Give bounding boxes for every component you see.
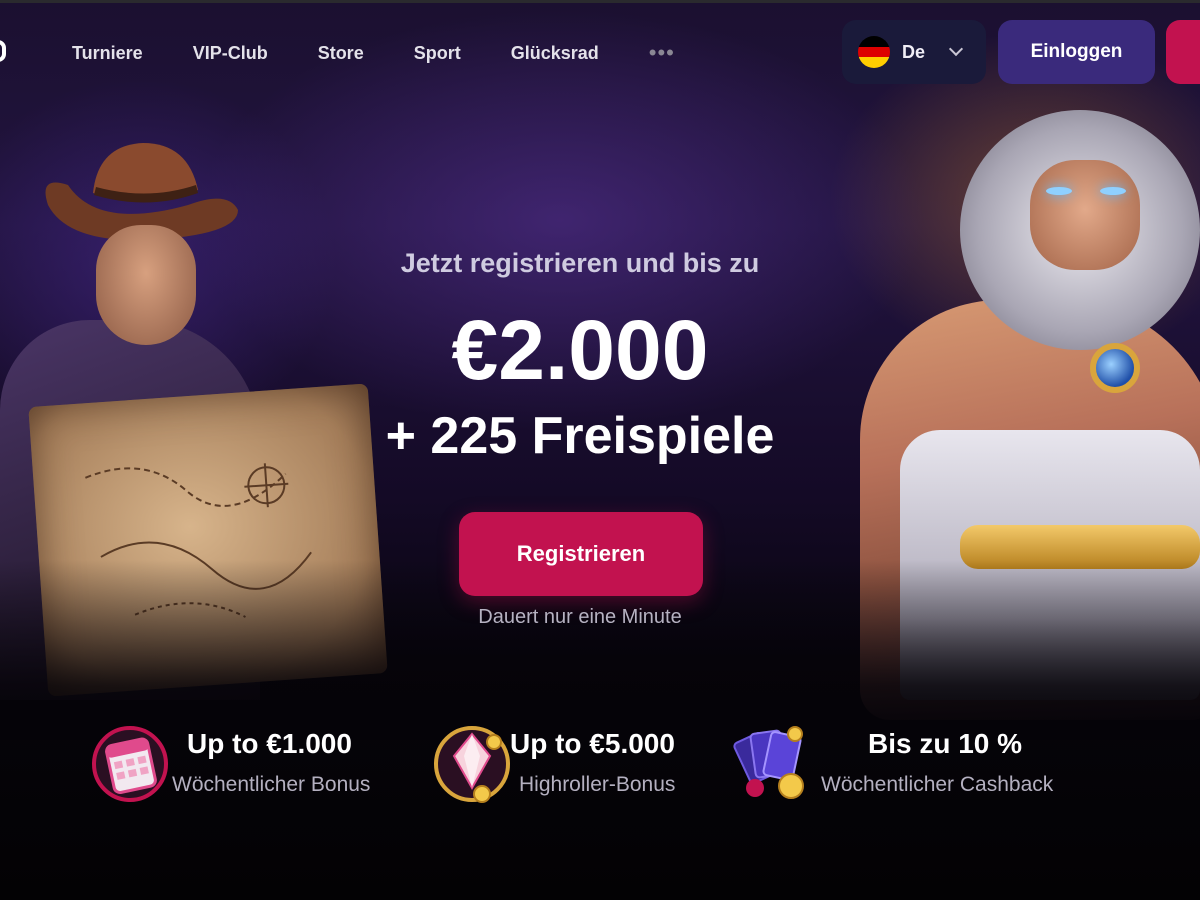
feature-subtitle: Wöchentlicher Bonus [172, 773, 371, 796]
zeus-gem [1090, 343, 1140, 393]
germany-flag-icon [858, 36, 890, 68]
language-label: De [902, 41, 926, 62]
hero-subtitle: Jetzt registrieren und bis zu [400, 248, 760, 278]
browser-edge [0, 0, 1200, 3]
chevron-down-icon [948, 41, 964, 57]
cards-coins-icon [733, 726, 804, 799]
feature-weekly-cashback: Bis zu 10 % Wöchentlicher Cashback [733, 722, 1093, 812]
zeus-glowing-eyes [1046, 187, 1126, 201]
language-selector[interactable]: De [842, 20, 986, 84]
register-hint: Dauert nur eine Minute [478, 606, 682, 628]
zeus-face [1030, 160, 1140, 270]
calendar-icon [92, 726, 168, 802]
nav-item-gluecksrad[interactable]: Glücksrad [511, 43, 599, 64]
explorer-face [96, 225, 196, 345]
hero-bonus-amount: €2.000 [451, 303, 709, 397]
nav-item-sport[interactable]: Sport [414, 43, 461, 64]
register-button[interactable]: Registrieren [459, 512, 703, 596]
feature-subtitle: Wöchentlicher Cashback [821, 773, 1054, 796]
nav-item-store[interactable]: Store [318, 43, 364, 64]
nav-item-vip-club[interactable]: VIP-Club [193, 43, 268, 64]
nav-item-turniere[interactable]: Turniere [72, 43, 143, 64]
crystal-coin-icon [434, 726, 510, 803]
feature-title: Up to €5.000 [510, 728, 675, 759]
feature-title: Bis zu 10 % [868, 728, 1023, 759]
login-button[interactable]: Einloggen [998, 20, 1155, 84]
more-menu-icon[interactable]: ••• [649, 42, 675, 64]
feature-subtitle: Highroller-Bonus [519, 773, 676, 796]
signup-button[interactable] [1166, 20, 1200, 84]
hero-free-spins: + 225 Freispiele [385, 407, 775, 465]
main-nav: Turniere VIP-Club Store Sport Glücksrad … [72, 40, 675, 66]
feature-weekly-bonus: Up to €1.000 Wöchentlicher Bonus [90, 722, 410, 812]
feature-title: Up to €1.000 [187, 728, 352, 759]
feature-highroller-bonus: Up to €5.000 Highroller-Bonus [432, 722, 722, 812]
